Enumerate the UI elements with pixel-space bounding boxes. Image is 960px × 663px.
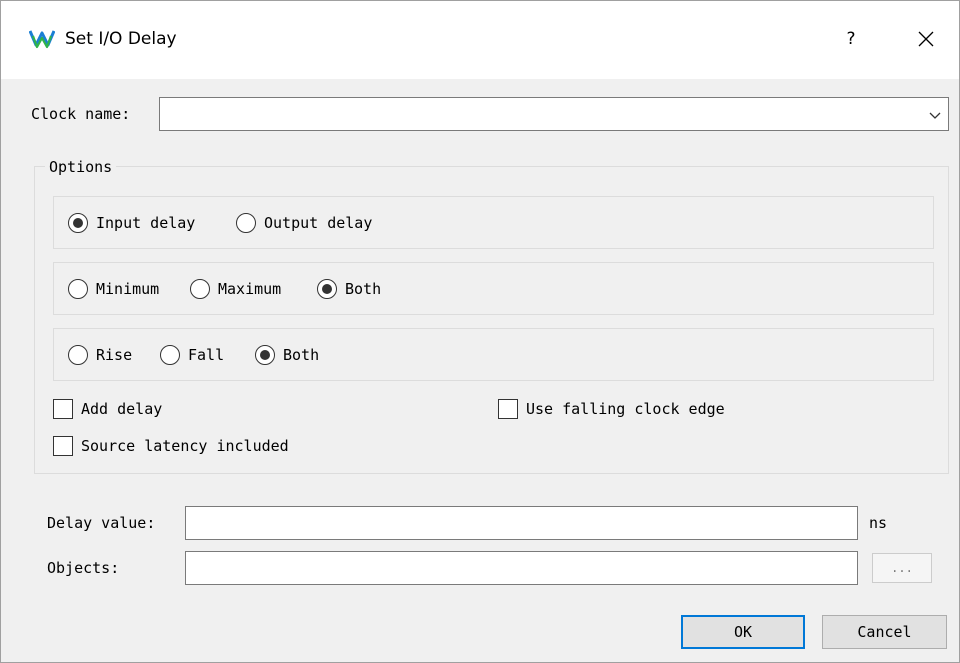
fall-radio[interactable]: Fall [160,344,224,366]
add-delay-label: Add delay [81,400,163,418]
objects-input[interactable] [185,551,858,585]
ok-button[interactable]: OK [681,615,805,649]
fall-label: Fall [188,346,225,364]
radio-indicator [160,345,180,365]
minimum-label: Minimum [96,280,160,298]
input-delay-label: Input delay [96,214,196,232]
output-delay-radio[interactable]: Output delay [236,212,372,234]
rise-label: Rise [96,346,133,364]
cancel-button[interactable]: Cancel [822,615,947,649]
set-io-delay-dialog: Set I/O Delay ? Clock name: Options Inpu… [0,0,960,663]
radio-indicator [236,213,256,233]
delay-value-label: Delay value: [47,514,156,532]
checkbox-indicator [498,399,518,419]
radio-indicator [255,345,275,365]
radio-indicator [317,279,337,299]
radio-indicator [68,213,88,233]
range-box [53,262,934,315]
checkbox-indicator [53,399,73,419]
clock-name-combo[interactable] [159,97,949,131]
chevron-down-icon[interactable] [928,108,942,122]
radio-indicator [190,279,210,299]
range-both-label: Both [345,280,382,298]
use-falling-clock-edge-checkbox[interactable]: Use falling clock edge [498,398,725,420]
checkbox-indicator [53,436,73,456]
edge-both-radio[interactable]: Both [255,344,319,366]
source-latency-label: Source latency included [81,437,289,455]
objects-label: Objects: [47,559,120,577]
maximum-radio[interactable]: Maximum [190,278,281,300]
close-icon [918,31,934,47]
close-button[interactable] [903,19,949,59]
edge-both-label: Both [283,346,320,364]
help-button[interactable]: ? [831,19,871,59]
source-latency-checkbox[interactable]: Source latency included [53,435,289,457]
minimum-radio[interactable]: Minimum [68,278,159,300]
delay-value-input[interactable] [185,506,858,540]
input-delay-radio[interactable]: Input delay [68,212,195,234]
delay-unit-label: ns [869,514,888,532]
clock-name-label: Clock name: [31,105,131,123]
app-logo-icon [29,30,55,49]
options-group-title: Options [45,157,117,177]
radio-indicator [68,345,88,365]
title-bar: Set I/O Delay ? [1,1,959,79]
browse-objects-button[interactable]: ... [872,553,932,583]
use-falling-clock-edge-label: Use falling clock edge [526,400,725,418]
maximum-label: Maximum [218,280,282,298]
output-delay-label: Output delay [264,214,373,232]
add-delay-checkbox[interactable]: Add delay [53,398,162,420]
dialog-title: Set I/O Delay [65,29,177,49]
radio-indicator [68,279,88,299]
range-both-radio[interactable]: Both [317,278,381,300]
rise-radio[interactable]: Rise [68,344,132,366]
